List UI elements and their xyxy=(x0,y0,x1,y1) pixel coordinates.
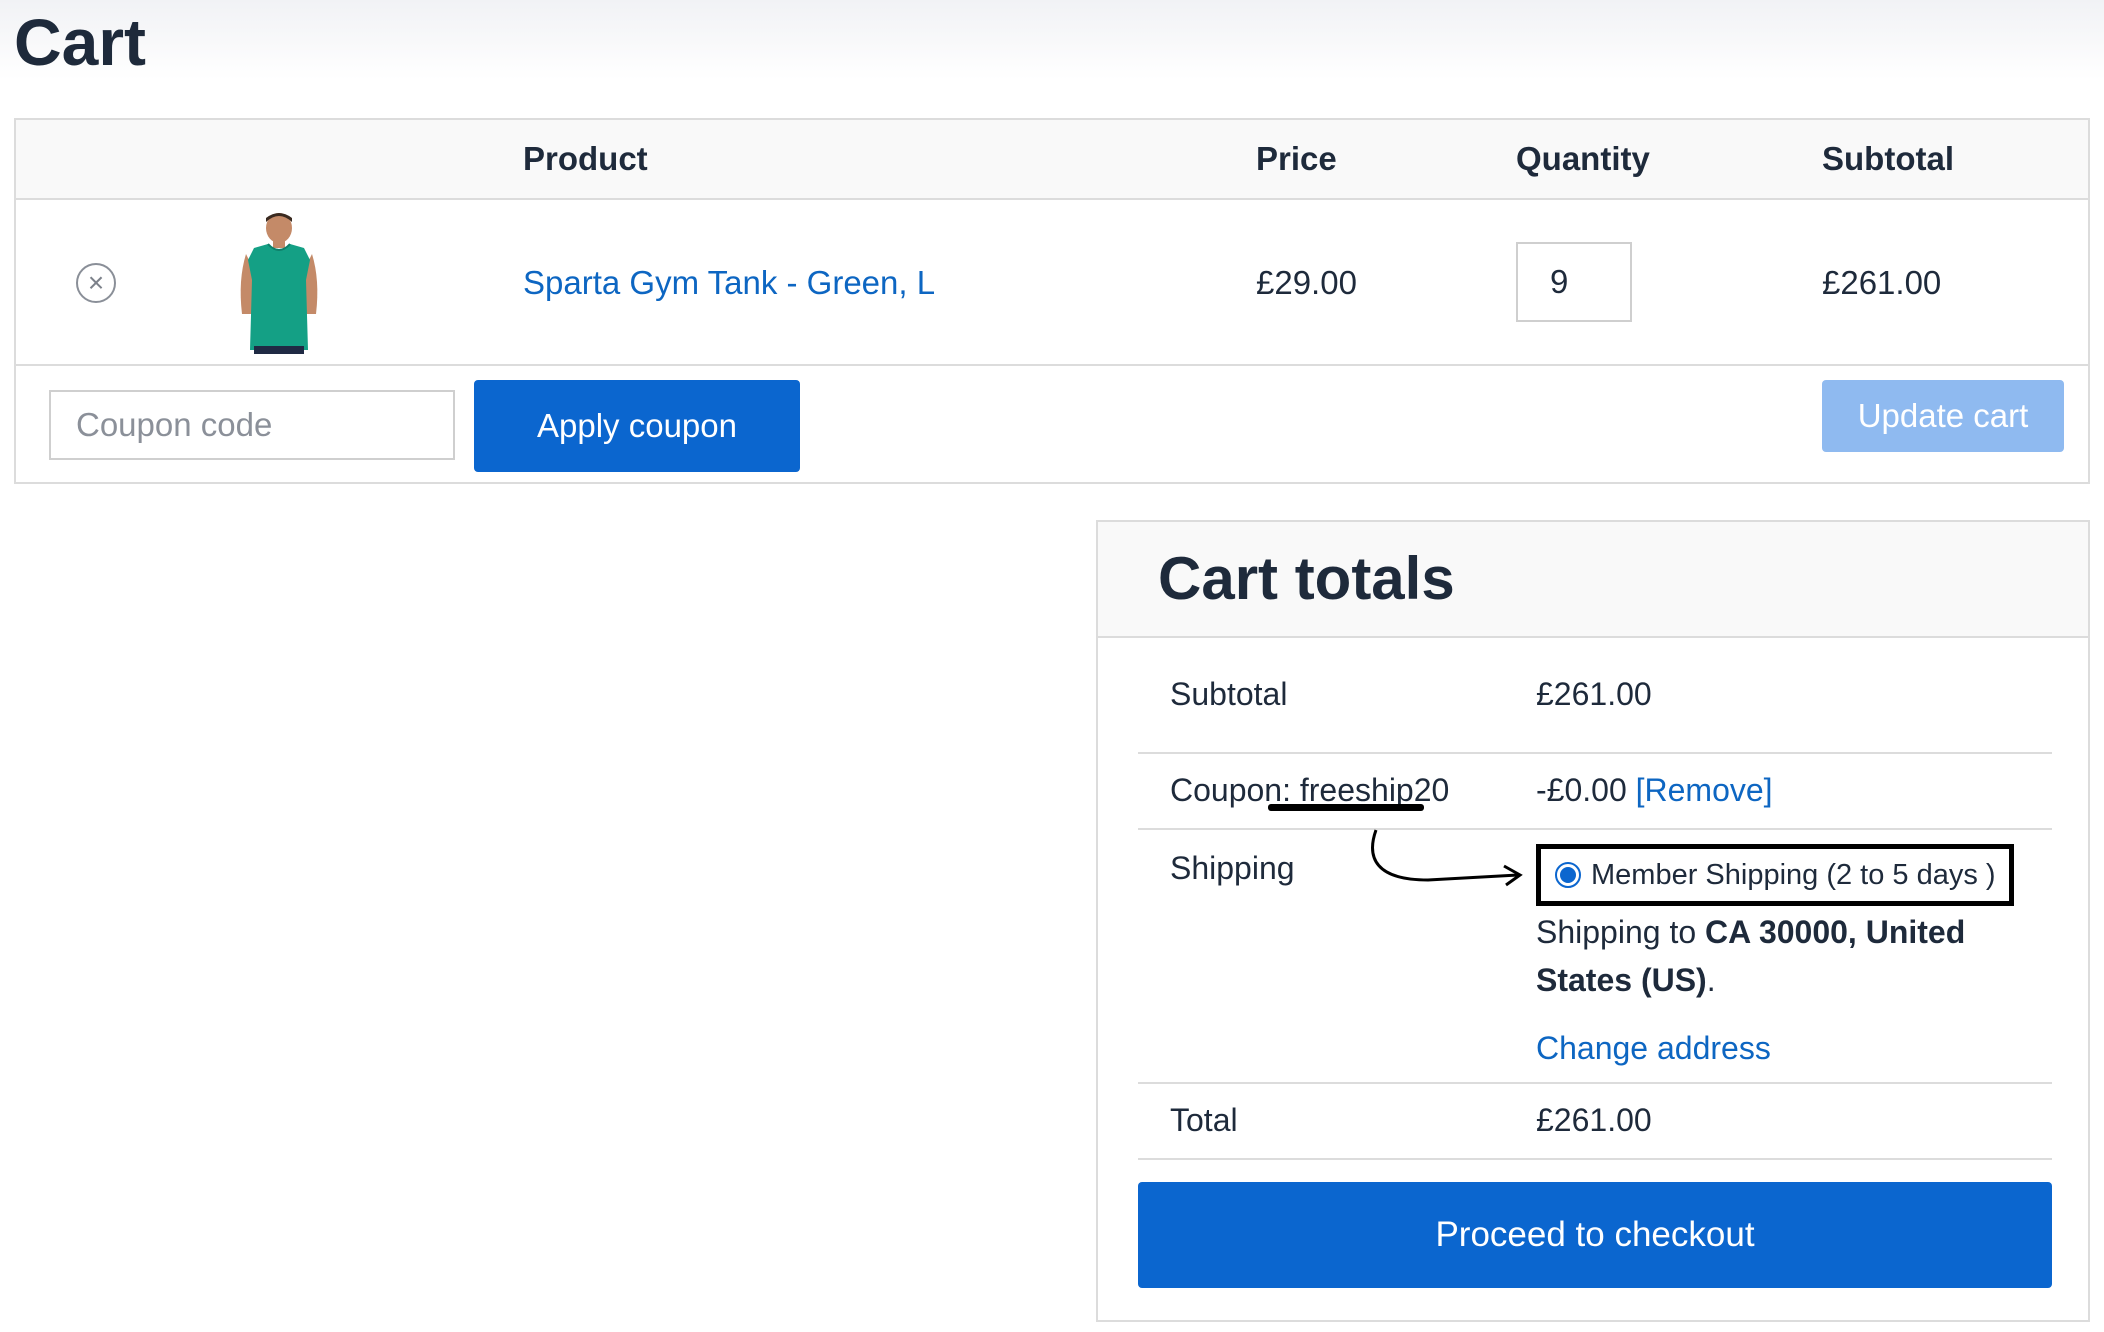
column-header-subtotal: Subtotal xyxy=(1822,140,1954,177)
shipping-method-radio[interactable] xyxy=(1555,862,1581,888)
coupon-code: freeship20 xyxy=(1299,772,1450,808)
cart-table: Product Price Quantity Subtotal × Sparta… xyxy=(14,118,2090,484)
quantity-input[interactable] xyxy=(1516,242,1632,322)
total-row: Total £261.00 xyxy=(1138,1084,2052,1160)
total-label: Total xyxy=(1170,1102,1238,1138)
update-cart-button[interactable]: Update cart xyxy=(1822,380,2064,452)
remove-item-icon[interactable]: × xyxy=(76,263,116,303)
product-thumbnail[interactable] xyxy=(224,210,334,354)
shipping-method-label: Member Shipping (2 to 5 days ) xyxy=(1591,858,1996,891)
product-name-link[interactable]: Sparta Gym Tank - Green, L xyxy=(523,264,935,301)
subtotal-label: Subtotal xyxy=(1170,676,1288,712)
coupon-discount-value: -£0.00 [Remove] xyxy=(1536,772,1773,809)
coupon-row: Coupon: freeship20 -£0.00 [Remove] xyxy=(1138,754,2052,830)
change-address-link[interactable]: Change address xyxy=(1536,1030,1771,1067)
subtotal-value: £261.00 xyxy=(1536,676,1652,712)
cart-totals: Cart totals Subtotal £261.00 Coupon: fre… xyxy=(1096,520,2090,1322)
apply-coupon-button[interactable]: Apply coupon xyxy=(474,380,800,472)
coupon-code-input[interactable] xyxy=(49,390,455,460)
cart-totals-title: Cart totals xyxy=(1158,545,1455,612)
remove-coupon-link[interactable]: [Remove] xyxy=(1636,772,1773,808)
cart-actions: Apply coupon Update cart xyxy=(16,366,2088,482)
column-header-quantity: Quantity xyxy=(1516,140,1650,177)
product-subtotal: £261.00 xyxy=(1822,264,1942,301)
page-header xyxy=(0,0,2104,80)
total-value: £261.00 xyxy=(1536,1102,1652,1138)
subtotal-row: Subtotal £261.00 xyxy=(1138,638,2052,754)
table-row: × Sparta Gym Tank - Green, L £29.00 £261… xyxy=(16,200,2088,366)
column-header-price: Price xyxy=(1256,140,1337,177)
proceed-to-checkout-button[interactable]: Proceed to checkout xyxy=(1138,1182,2052,1288)
column-header-product: Product xyxy=(523,140,648,177)
shipping-method-option[interactable]: Member Shipping (2 to 5 days ) xyxy=(1536,844,2014,906)
shipping-destination: Shipping to CA 30000, United States (US)… xyxy=(1536,914,1966,998)
coupon-discount: -£0.00 xyxy=(1536,772,1627,808)
coupon-code-underline xyxy=(1268,804,1424,811)
shipping-row: Shipping Member Shipping (2 to 5 days ) … xyxy=(1138,829,2052,1084)
page-title: Cart xyxy=(14,5,147,79)
coupon-label-prefix: Coupon: xyxy=(1170,772,1300,808)
product-price: £29.00 xyxy=(1256,264,1357,301)
cart-table-header: Product Price Quantity Subtotal xyxy=(16,120,2088,200)
cart-totals-header: Cart totals xyxy=(1098,522,2088,638)
